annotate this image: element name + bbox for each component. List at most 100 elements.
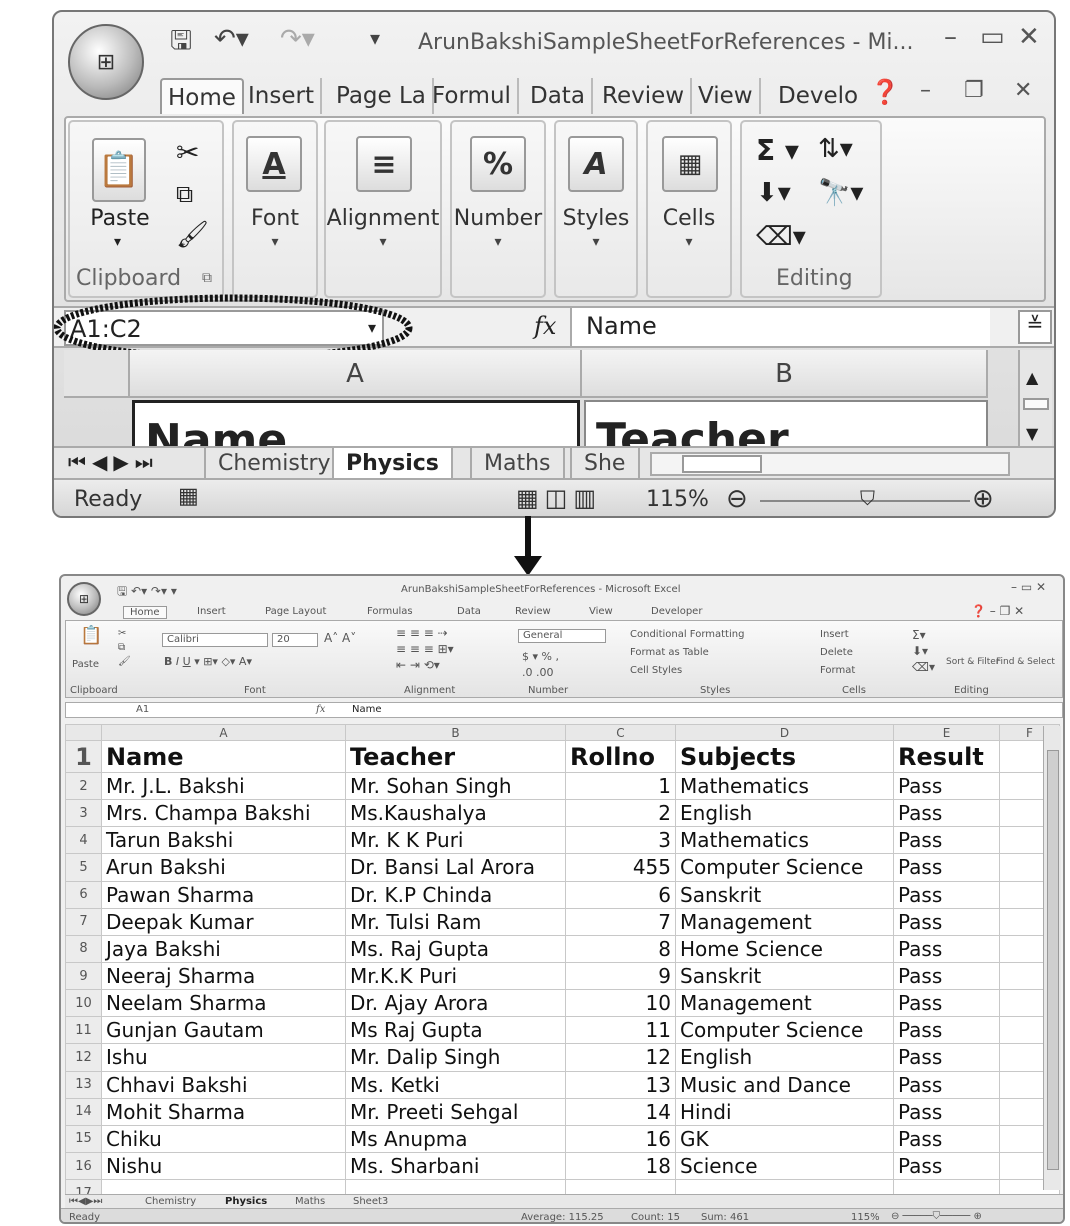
row-number[interactable]: 4 [65, 826, 102, 855]
scroll-thumb[interactable] [1047, 750, 1059, 1170]
copy-icon[interactable]: ⧉ [176, 180, 193, 208]
zoom-slider-icons[interactable]: ⊖ ─────⛉───── ⊕ [891, 1211, 982, 1222]
data-cell[interactable]: Mr. Preeti Sehgal [345, 1097, 566, 1126]
autosum-icon[interactable]: Σ ▾ [756, 134, 799, 167]
data-cell[interactable]: 1 [565, 771, 676, 801]
undo-icon[interactable]: ↶▾ [214, 26, 249, 52]
tab-developer[interactable]: Develo [772, 78, 864, 114]
zoom-slider-thumb[interactable]: ⛉ [860, 486, 875, 510]
data-cell[interactable]: Dr. Ajay Arora [345, 989, 566, 1018]
data-cell[interactable]: Home Science [675, 934, 894, 963]
row-number[interactable]: 6 [65, 880, 102, 909]
header-cell[interactable]: Result [893, 740, 1000, 773]
column-header-b[interactable]: B [582, 350, 988, 398]
sheet-tab-chemistry[interactable]: Chemistry [204, 448, 345, 480]
data-cell[interactable]: Jaya Bakshi [101, 934, 346, 963]
data-cell[interactable]: Pass [893, 826, 1000, 855]
data-cell[interactable]: Mr. J.L. Bakshi [101, 771, 346, 801]
zoom-level[interactable]: 115% [851, 1212, 880, 1222]
row-number[interactable]: 5 [65, 853, 102, 882]
row-number[interactable]: 16 [65, 1151, 102, 1181]
cells-group[interactable]: ▦ Cells ▾ [646, 120, 732, 298]
insert-cells-button[interactable]: Insert [820, 629, 849, 640]
column-header-a[interactable]: A [130, 350, 582, 398]
data-cell[interactable]: Arun Bakshi [101, 853, 346, 882]
tab-formulas[interactable]: Formulas [367, 606, 413, 617]
row-number[interactable]: 13 [65, 1070, 102, 1099]
conditional-formatting-button[interactable]: Conditional Formatting [630, 629, 744, 640]
data-cell[interactable]: Pass [893, 1097, 1000, 1126]
zoom-in-icon[interactable]: ⊕ [972, 484, 994, 514]
data-cell[interactable]: 14 [565, 1097, 676, 1126]
data-cell[interactable]: 18 [565, 1151, 676, 1181]
data-cell[interactable]: Ms.Kaushalya [345, 799, 566, 828]
format-as-table-button[interactable]: Format as Table [630, 647, 709, 658]
grow-shrink-font-icons[interactable]: A˄ A˅ [324, 631, 356, 645]
save-icon[interactable]: 🖫 [170, 28, 192, 54]
data-cell[interactable]: Pass [893, 1151, 1000, 1181]
name-box[interactable]: A1 [136, 704, 149, 715]
data-cell[interactable]: Science [675, 1151, 894, 1181]
select-all-corner[interactable] [65, 724, 102, 741]
restore-icon[interactable]: ❐ [964, 78, 984, 103]
header-cell[interactable]: Teacher [345, 740, 566, 773]
data-cell[interactable]: Chhavi Bakshi [101, 1070, 346, 1099]
data-cell[interactable]: Nishu [101, 1151, 346, 1181]
data-cell[interactable]: Neelam Sharma [101, 989, 346, 1018]
data-cell[interactable]: Ms. Ketki [345, 1070, 566, 1099]
formula-value[interactable]: Name [352, 704, 382, 715]
tab-view[interactable]: View [589, 606, 613, 617]
column-header-c[interactable]: C [565, 724, 676, 741]
sheet-tab-physics[interactable]: Physics [225, 1196, 267, 1207]
row-number[interactable]: 12 [65, 1043, 102, 1072]
data-cell[interactable]: Management [675, 989, 894, 1018]
data-cell[interactable]: Pass [893, 1016, 1000, 1045]
sheet-tab-maths[interactable]: Maths [295, 1196, 325, 1207]
data-cell[interactable]: Ms. Sharbani [345, 1151, 566, 1181]
sort-filter-button[interactable]: Sort & Filter [946, 657, 999, 667]
data-cell[interactable]: Pass [893, 853, 1000, 882]
paste-dropdown-icon[interactable]: ▾ [114, 234, 121, 250]
alignment-icons[interactable]: ≡ ≡ ≡ ⇢ ≡ ≡ ≡ ⊞▾ ⇤ ⇥ ⟲▾ [396, 625, 454, 673]
data-cell[interactable]: Sanskrit [675, 880, 894, 909]
data-cell[interactable]: Mathematics [675, 771, 894, 801]
quick-access-icons[interactable]: 🖫 ↶▾ ↷▾ ▾ [117, 582, 177, 603]
clipboard-small-icons[interactable]: ✂ ⧉ 🖌 [118, 627, 131, 669]
format-cells-button[interactable]: Format [820, 665, 855, 676]
data-cell[interactable]: 3 [565, 826, 676, 855]
column-header-a[interactable]: A [101, 724, 346, 741]
header-cell[interactable]: Subjects [675, 740, 894, 773]
data-cell[interactable]: Pass [893, 1124, 1000, 1153]
zoom-out-icon[interactable]: ⊖ [726, 484, 748, 514]
data-cell[interactable]: Pass [893, 907, 1000, 936]
row-number[interactable]: 7 [65, 907, 102, 936]
row-number[interactable]: 2 [65, 771, 102, 801]
fill-icon[interactable]: ⬇▾ [756, 178, 791, 208]
workbook-close-icon[interactable]: ✕ [1014, 78, 1032, 103]
data-cell[interactable]: Pass [893, 1070, 1000, 1099]
row-number[interactable]: 15 [65, 1124, 102, 1153]
data-cell[interactable]: Ms Anupma [345, 1124, 566, 1153]
fx-icon[interactable]: fx [534, 312, 556, 340]
data-cell[interactable]: Dr. K.P Chinda [345, 880, 566, 909]
data-cell[interactable]: Music and Dance [675, 1070, 894, 1099]
font-group[interactable]: A Font ▾ [232, 120, 318, 298]
data-cell[interactable]: 9 [565, 961, 676, 991]
cell-a1[interactable]: Name [132, 400, 580, 450]
tab-data[interactable]: Data [457, 606, 481, 617]
data-cell[interactable]: Mr. K K Puri [345, 826, 566, 855]
data-cell[interactable]: 16 [565, 1124, 676, 1153]
data-cell[interactable]: 11 [565, 1016, 676, 1045]
number-format-select[interactable]: General [518, 629, 606, 643]
delete-cells-button[interactable]: Delete [820, 647, 853, 658]
macro-record-icon[interactable]: ▦ [178, 484, 199, 509]
sheet-nav-icons[interactable]: ⏮◀▶⏭ [68, 450, 159, 474]
tab-review[interactable]: Review [515, 606, 551, 617]
window-controls-icons[interactable]: – ▭ ✕ [1011, 580, 1046, 594]
data-cell[interactable]: 12 [565, 1043, 676, 1072]
tab-data[interactable]: Data [524, 78, 593, 114]
select-all-corner[interactable] [64, 350, 130, 398]
data-cell[interactable]: Pass [893, 771, 1000, 801]
maximize-icon[interactable]: ▭ [980, 22, 1005, 52]
data-cell[interactable]: Management [675, 907, 894, 936]
